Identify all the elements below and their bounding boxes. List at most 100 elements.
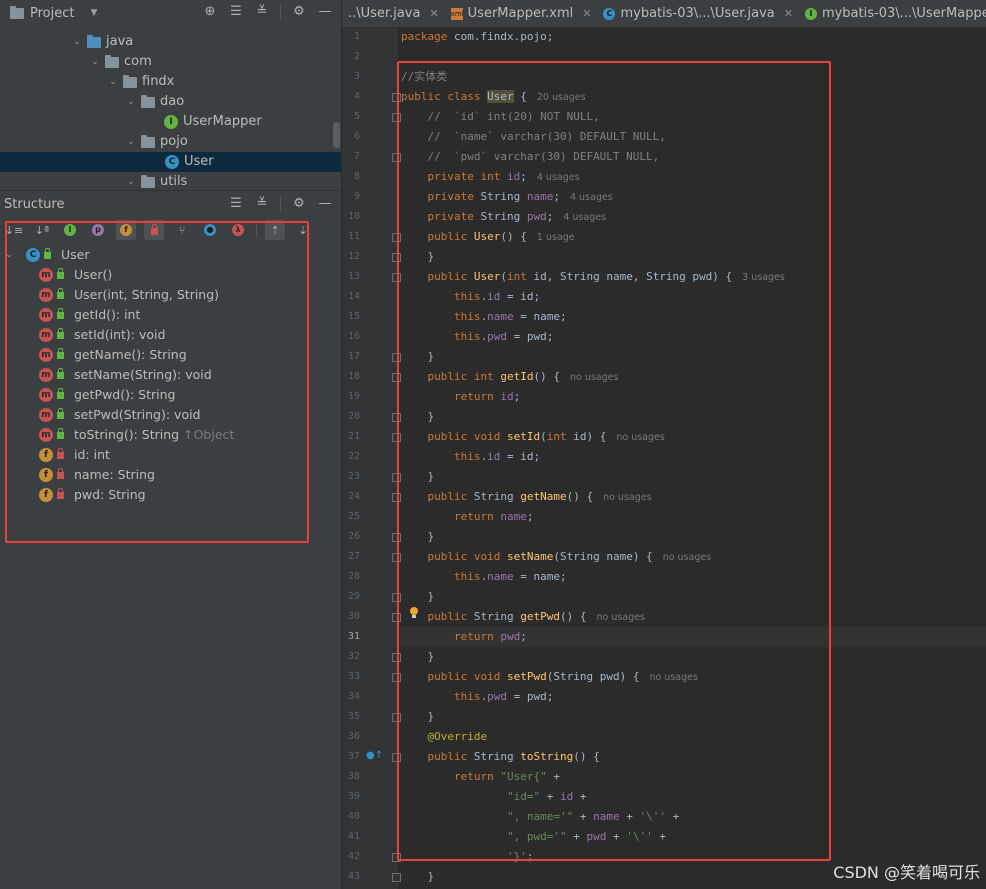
tree-item-findx[interactable]: ⌄ findx (108, 72, 174, 92)
tree-item-user[interactable]: C User (0, 152, 341, 172)
usages-hint[interactable]: no usages (663, 552, 711, 563)
line-number[interactable]: 28 (342, 567, 360, 587)
fold-marker-icon[interactable] (392, 873, 401, 882)
line-number[interactable]: 33 (342, 667, 360, 687)
gear-icon[interactable]: ⚙ (291, 196, 307, 212)
line-number[interactable]: 11 (342, 227, 360, 247)
usages-hint[interactable]: no usages (570, 372, 618, 383)
chevron-down-icon[interactable]: ⌄ (90, 52, 100, 72)
close-icon[interactable]: ✕ (582, 7, 591, 20)
line-number[interactable]: 5 (342, 107, 360, 127)
code-line-41[interactable]: ", pwd='" + pwd + '\'' + (401, 827, 666, 847)
code-line-32[interactable]: } (401, 647, 434, 667)
chevron-down-icon[interactable]: ⌄ (108, 72, 118, 92)
close-icon[interactable]: ✕ (784, 7, 793, 20)
expand-all-icon[interactable]: ☰ (228, 4, 244, 20)
tree-item-com[interactable]: ⌄ com (90, 52, 152, 72)
code-line-5[interactable]: // `id` int(20) NOT NULL, (401, 107, 600, 127)
code-line-37[interactable]: public String toString() { (401, 747, 600, 767)
structure-member[interactable]: f id: int (39, 445, 110, 465)
code-line-12[interactable]: } (401, 247, 434, 267)
chevron-down-icon[interactable]: ⌄ (126, 92, 136, 112)
fold-marker-icon[interactable] (392, 473, 401, 482)
tree-item-java[interactable]: ⌄ java (72, 32, 133, 52)
code-line-4[interactable]: public class User {20 usages (401, 87, 586, 107)
line-number[interactable]: 13 (342, 267, 360, 287)
project-view-selector[interactable]: Project ▼ (10, 5, 97, 21)
usages-hint[interactable]: no usages (596, 612, 644, 623)
collapse-all-icon[interactable]: ≚ (254, 196, 270, 212)
structure-member[interactable]: f name: String (39, 465, 155, 485)
fold-marker-icon[interactable] (392, 593, 401, 602)
gear-icon[interactable]: ⚙ (291, 4, 307, 20)
code-line-42[interactable]: '}'; (401, 847, 534, 867)
line-number[interactable]: 24 (342, 487, 360, 507)
code-line-17[interactable]: } (401, 347, 434, 367)
show-non-public-icon[interactable] (144, 220, 164, 240)
fold-marker-icon[interactable] (392, 93, 401, 102)
usages-hint[interactable]: no usages (603, 492, 651, 503)
structure-member[interactable]: m setName(String): void (39, 365, 212, 385)
code-line-13[interactable]: public User(int id, String name, String … (401, 267, 785, 287)
fold-marker-icon[interactable] (392, 533, 401, 542)
fold-marker-icon[interactable] (392, 153, 401, 162)
show-fields-icon[interactable]: f (116, 220, 136, 240)
line-number[interactable]: 37 (342, 747, 360, 767)
usages-hint[interactable]: 1 usage (537, 232, 575, 243)
code-line-6[interactable]: // `name` varchar(30) DEFAULT NULL, (401, 127, 666, 147)
tab-usermapper-xml[interactable]: xml UserMapper.xml ✕ (445, 0, 598, 27)
line-number[interactable]: 4 (342, 87, 360, 107)
structure-root-user[interactable]: ⌄ C User (4, 245, 90, 265)
fold-marker-icon[interactable] (392, 853, 401, 862)
chevron-down-icon[interactable]: ⌄ (126, 132, 136, 152)
line-number[interactable]: 6 (342, 127, 360, 147)
usages-hint[interactable]: 4 usages (563, 212, 606, 223)
code-line-23[interactable]: } (401, 467, 434, 487)
code-line-31[interactable]: return pwd; (401, 627, 527, 647)
code-line-18[interactable]: public int getId() {no usages (401, 367, 619, 387)
line-number[interactable]: 25 (342, 507, 360, 527)
line-number[interactable]: 32 (342, 647, 360, 667)
structure-member[interactable]: m toString(): String ↑Object (39, 425, 234, 445)
code-line-22[interactable]: this.id = id; (401, 447, 540, 467)
code-line-30[interactable]: public String getPwd() {no usages (401, 607, 645, 627)
fold-marker-icon[interactable] (392, 613, 401, 622)
line-number[interactable]: 22 (342, 447, 360, 467)
line-number[interactable]: 36 (342, 727, 360, 747)
line-number[interactable]: 7 (342, 147, 360, 167)
project-scrollbar[interactable] (333, 122, 340, 148)
structure-member[interactable]: m setPwd(String): void (39, 405, 201, 425)
chevron-down-icon[interactable]: ⌄ (72, 32, 82, 52)
code-line-43[interactable]: } (401, 867, 434, 887)
code-line-33[interactable]: public void setPwd(String pwd) {no usage… (401, 667, 698, 687)
code-line-10[interactable]: private String pwd; 4 usages (401, 207, 607, 227)
line-number[interactable]: 18 (342, 367, 360, 387)
code-line-34[interactable]: this.pwd = pwd; (401, 687, 553, 707)
line-number[interactable]: 27 (342, 547, 360, 567)
fold-marker-icon[interactable] (392, 373, 401, 382)
tab-user-java[interactable]: ..\User.java ✕ (342, 0, 445, 27)
usages-hint[interactable]: no usages (649, 672, 697, 683)
line-number[interactable]: 41 (342, 827, 360, 847)
sort-alphabetically-icon[interactable]: ↓ª (32, 220, 52, 240)
tree-item-pojo[interactable]: ⌄ pojo (126, 132, 188, 152)
line-number[interactable]: 43 (342, 867, 360, 887)
structure-member[interactable]: m getName(): String (39, 345, 187, 365)
show-inherited-icon[interactable]: I (60, 220, 80, 240)
sort-by-visibility-icon[interactable]: ↓≡ (4, 220, 24, 240)
chevron-down-icon[interactable]: ⌄ (126, 172, 136, 190)
chevron-down-icon[interactable]: ⌄ (4, 245, 14, 265)
code-line-29[interactable]: } (401, 587, 434, 607)
fold-marker-icon[interactable] (392, 653, 401, 662)
fold-marker-icon[interactable] (392, 413, 401, 422)
code-line-9[interactable]: private String name; 4 usages (401, 187, 613, 207)
line-number[interactable]: 35 (342, 707, 360, 727)
code-line-28[interactable]: this.name = name; (401, 567, 567, 587)
line-number[interactable]: 2 (342, 47, 360, 67)
override-gutter-icon[interactable]: ●↑ (366, 750, 383, 761)
line-number[interactable]: 40 (342, 807, 360, 827)
code-line-20[interactable]: } (401, 407, 434, 427)
line-number[interactable]: 38 (342, 767, 360, 787)
collapse-all-icon[interactable]: ≚ (254, 4, 270, 20)
fold-marker-icon[interactable] (392, 753, 401, 762)
